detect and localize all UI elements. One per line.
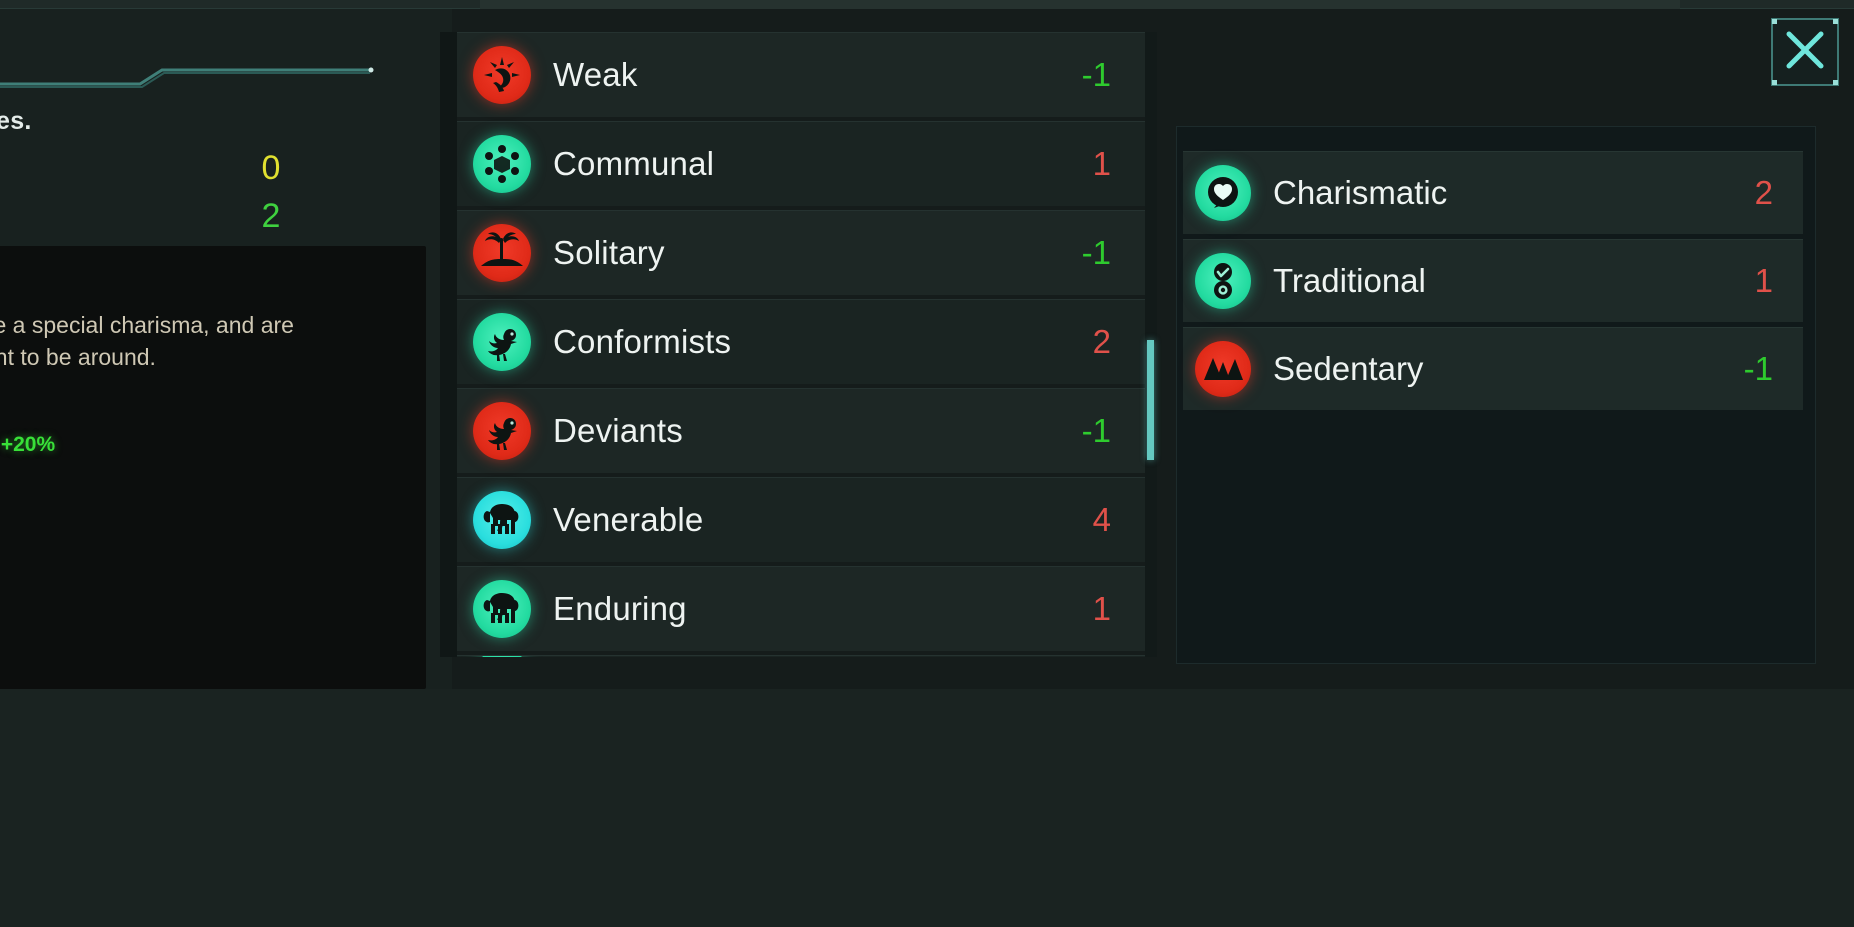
corner-mark — [1833, 19, 1838, 24]
left-info-panel: es. 0 2 ve a special charisma, and are a… — [0, 9, 452, 689]
tooltip-line-1: ve a special charisma, and are — [0, 312, 294, 338]
trait-row[interactable]: Venerable 4 — [457, 477, 1145, 562]
trait-label: Solitary — [553, 234, 665, 271]
tooltip-description: ve a special charisma, and are ant to be… — [0, 309, 412, 373]
game-screen: es. 0 2 ve a special charisma, and are a… — [0, 0, 1854, 927]
stat-value-bottom: 2 — [261, 197, 281, 235]
trait-label: Weak — [553, 56, 638, 93]
trait-label: Conformists — [553, 323, 732, 360]
communal-icon — [473, 135, 531, 193]
stat-value-top: 0 — [261, 149, 281, 187]
weak-icon — [473, 46, 531, 104]
trait-label: Venerable — [553, 501, 704, 538]
trait-row[interactable]: Weak -1 — [457, 32, 1145, 117]
trait-value: -1 — [1081, 234, 1111, 271]
list-left-rail — [440, 32, 457, 657]
close-icon — [1781, 26, 1829, 79]
elephant-icon — [473, 491, 531, 549]
selected-trait-value: 2 — [1754, 174, 1773, 211]
selected-trait-value: 1 — [1754, 262, 1773, 299]
top-bar-segment — [480, 0, 1680, 9]
close-button[interactable] — [1771, 18, 1839, 86]
trait-row[interactable]: Deviants -1 — [457, 388, 1145, 473]
solitary-icon — [473, 224, 531, 282]
selected-trait-label: Charismatic — [1273, 174, 1448, 211]
selected-trait-row[interactable]: Traditional 1 — [1183, 239, 1803, 322]
tooltip-bonus-value: +20% — [0, 433, 56, 456]
trait-value: 2 — [1092, 323, 1111, 360]
elephant-icon — [473, 580, 531, 638]
trait-label: Deviants — [553, 412, 683, 449]
selected-trait-value: -1 — [1743, 350, 1773, 387]
corner-mark — [1772, 19, 1777, 24]
selected-traits-list[interactable]: Charismatic 2 Traditional 1 Sedentary -1 — [1183, 151, 1803, 415]
selected-trait-label: Sedentary — [1273, 350, 1424, 387]
trait-label: Communal — [553, 145, 715, 182]
scroll-icon — [1195, 253, 1251, 309]
decorative-line — [0, 64, 460, 94]
trait-value: -1 — [1081, 56, 1111, 93]
trait-value: -1 — [1081, 412, 1111, 449]
trait-value: 1 — [1092, 590, 1111, 627]
trait-row[interactable]: Communal 1 — [457, 121, 1145, 206]
trait-list-column: Weak -1 Communal 1 Solitary -1 Conformists 2 Dev… — [440, 22, 1162, 662]
heart-icon — [1195, 165, 1251, 221]
trait-row[interactable]: Solitary -1 — [457, 210, 1145, 295]
bird-icon — [473, 402, 531, 460]
tooltip-line-2: ant to be around. — [0, 344, 156, 370]
trait-value: 1 — [1092, 145, 1111, 182]
stat-column: 0 2 — [236, 144, 306, 240]
mountain-icon — [1195, 341, 1251, 397]
trait-list[interactable]: Weak -1 Communal 1 Solitary -1 Conformists 2 Dev… — [457, 32, 1145, 657]
trait-row[interactable]: Conformists 2 — [457, 299, 1145, 384]
elephant-icon — [473, 656, 531, 657]
selected-trait-row[interactable]: Charismatic 2 — [1183, 151, 1803, 234]
trait-row[interactable]: Enduring 1 — [457, 566, 1145, 651]
corner-mark — [1772, 80, 1777, 85]
selected-trait-row[interactable]: Sedentary -1 — [1183, 327, 1803, 410]
footer-bar: Next — [0, 689, 1854, 927]
trait-value: 4 — [1092, 501, 1111, 538]
tooltip-bonus-row: : +20% — [0, 433, 55, 457]
truncated-heading: es. — [0, 107, 32, 135]
trait-row[interactable]: Fleeting1 — [457, 655, 1145, 657]
trait-list-scrollbar-thumb[interactable] — [1147, 340, 1154, 460]
trait-label: Enduring — [553, 590, 687, 627]
corner-mark — [1833, 80, 1838, 85]
bird-icon — [473, 313, 531, 371]
top-bar — [0, 0, 1854, 9]
selected-trait-label: Traditional — [1273, 262, 1426, 299]
selected-traits-panel: Charismatic 2 Traditional 1 Sedentary -1 — [1176, 126, 1816, 664]
